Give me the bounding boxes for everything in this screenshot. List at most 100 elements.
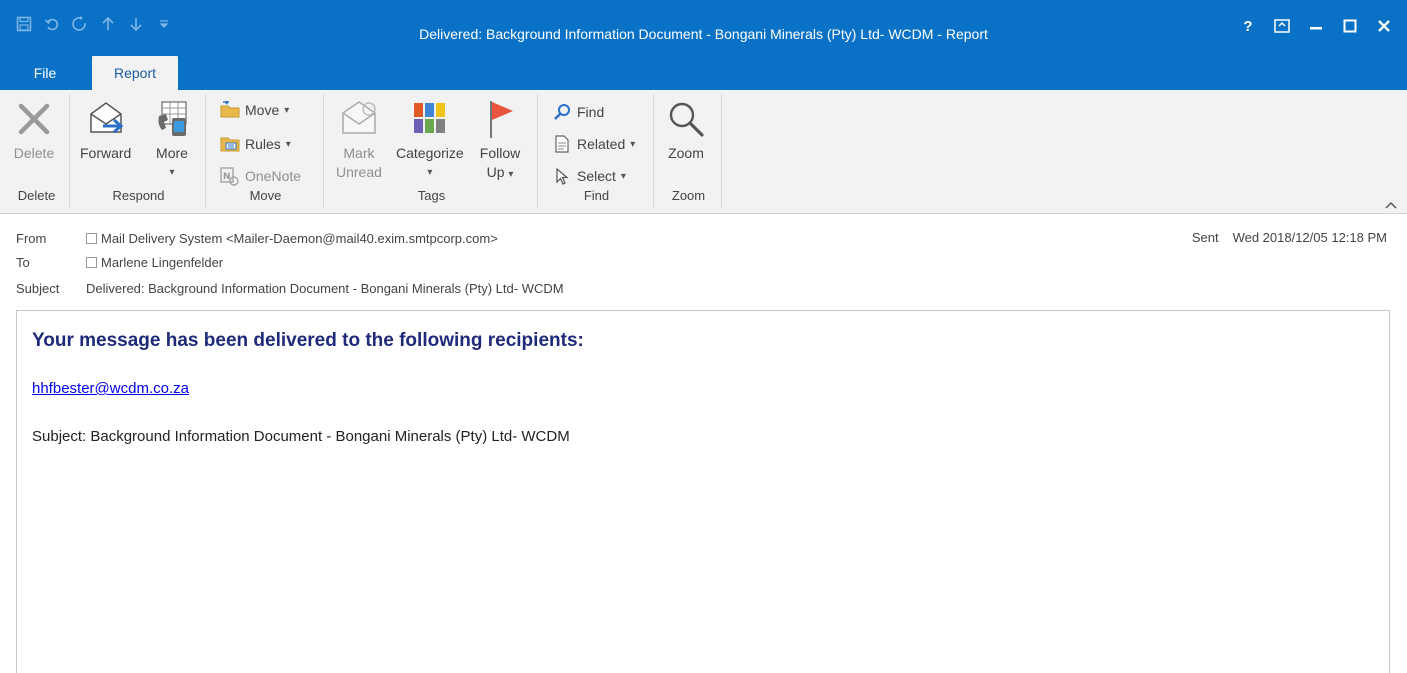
to-value[interactable]: Marlene Lingenfelder (101, 255, 223, 270)
help-button[interactable]: ? (1233, 14, 1263, 38)
window-controls: ? (1233, 14, 1399, 38)
from-label: From (16, 230, 47, 246)
related-caret-icon: ▾ (630, 138, 636, 150)
zoom-group-label: Zoom (671, 188, 706, 203)
forward-button[interactable]: Forward (80, 96, 131, 163)
previous-item-icon[interactable] (94, 12, 122, 36)
find-group: Find Related ▾ Select ▾ Find (540, 94, 654, 208)
recipient-link[interactable]: hhfbester@wcdm.co.za (32, 380, 189, 397)
ribbon: Delete Delete Forward More ▾ Respond Mov… (0, 90, 1407, 214)
follow-up-button[interactable]: Follow Up ▾ (478, 96, 522, 184)
forward-label: Forward (80, 145, 132, 161)
customize-qat-icon[interactable] (150, 12, 178, 36)
zoom-label: Zoom (668, 145, 704, 161)
zoom-group: Zoom Zoom (656, 94, 722, 208)
categorize-icon (408, 96, 452, 142)
undo-icon[interactable] (38, 12, 66, 36)
svg-text:N: N (223, 172, 231, 182)
respond-group: Forward More ▾ Respond (72, 94, 206, 208)
flag-icon (478, 96, 522, 142)
tab-file[interactable]: File (0, 56, 90, 90)
follow-up-label-1: Follow (479, 145, 521, 161)
rules-button[interactable]: Rules ▾ (220, 132, 291, 156)
select-button[interactable]: Select ▾ (552, 164, 626, 188)
follow-up-caret-icon: ▾ (508, 169, 514, 180)
collapse-ribbon-icon[interactable] (1385, 198, 1397, 212)
subject-row: Subject Delivered: Background Informatio… (16, 278, 564, 298)
tags-group: Mark Unread Categorize ▾ Follow Up ▾ Tag… (326, 94, 538, 208)
message-heading: Your message has been delivered to the f… (32, 330, 584, 351)
mark-unread-button[interactable]: Mark Unread (336, 96, 382, 182)
mark-unread-label-1: Mark (343, 145, 375, 161)
move-button[interactable]: Move ▾ (220, 98, 289, 122)
categorize-button[interactable]: Categorize ▾ (396, 96, 464, 182)
move-label: Move (245, 102, 280, 118)
find-label: Find (577, 104, 605, 120)
maximize-icon[interactable] (1335, 14, 1365, 38)
mark-unread-label-2: Unread (336, 164, 382, 180)
mark-unread-icon (337, 96, 381, 142)
rules-caret-icon: ▾ (285, 138, 291, 150)
sent-info: Sent Wed 2018/12/05 12:18 PM (1192, 230, 1387, 245)
redo-icon[interactable] (66, 12, 94, 36)
from-row: From Mail Delivery System <Mailer-Daemon… (16, 228, 498, 248)
onenote-icon: N (220, 166, 240, 186)
delete-group: Delete Delete (4, 94, 70, 208)
tab-strip (0, 60, 1407, 90)
zoom-icon (664, 96, 708, 142)
message-subject-line: Subject: Background Information Document… (32, 428, 570, 445)
delete-label: Delete (13, 145, 55, 161)
find-group-label: Find (583, 188, 610, 203)
delete-group-label: Delete (17, 188, 56, 203)
move-group-label: Move (249, 188, 282, 203)
to-label: To (16, 254, 30, 270)
sent-value: Wed 2018/12/05 12:18 PM (1232, 230, 1387, 245)
more-caret-icon: ▾ (169, 167, 175, 178)
subject-value: Delivered: Background Information Docume… (86, 280, 564, 296)
from-checkbox[interactable] (86, 232, 97, 244)
select-caret-icon: ▾ (620, 170, 626, 182)
zoom-button[interactable]: Zoom (664, 96, 708, 163)
more-respond-button[interactable]: More ▾ (150, 96, 194, 182)
delete-icon (12, 96, 56, 142)
quick-access-toolbar (10, 12, 178, 36)
ribbon-display-options-icon[interactable] (1267, 14, 1297, 38)
forward-icon (84, 96, 128, 142)
categorize-caret-icon: ▾ (427, 167, 433, 178)
subject-label: Subject (16, 280, 60, 296)
minimize-icon[interactable] (1301, 14, 1331, 38)
move-group: Move ▾ Rules ▾ N OneNote Move (208, 94, 324, 208)
message-body: Your message has been delivered to the f… (16, 310, 1390, 673)
related-button[interactable]: Related ▾ (552, 132, 635, 156)
title-bar: Delivered: Background Information Docume… (0, 0, 1407, 60)
follow-up-label-2: Up ▾ (487, 163, 514, 184)
sent-label: Sent (1191, 230, 1219, 245)
from-value[interactable]: Mail Delivery System <Mailer-Daemon@mail… (101, 231, 498, 246)
window-title: Delivered: Background Information Docume… (419, 26, 988, 42)
rules-label: Rules (245, 136, 281, 152)
onenote-label: OneNote (245, 168, 302, 184)
search-icon (552, 102, 572, 122)
onenote-button[interactable]: N OneNote (220, 164, 301, 188)
find-button[interactable]: Find (552, 100, 604, 124)
select-label: Select (577, 168, 616, 184)
move-caret-icon: ▾ (284, 104, 290, 116)
close-icon[interactable] (1369, 14, 1399, 38)
tab-report[interactable]: Report (92, 56, 178, 90)
tags-group-label: Tags (417, 188, 446, 203)
next-item-icon[interactable] (122, 12, 150, 36)
related-document-icon (552, 134, 572, 154)
message-header: From Mail Delivery System <Mailer-Daemon… (0, 214, 1407, 302)
more-label: More (156, 145, 188, 161)
cursor-icon (552, 166, 572, 186)
folder-move-icon (220, 100, 240, 120)
to-checkbox[interactable] (86, 256, 97, 268)
delete-button[interactable]: Delete (12, 96, 56, 163)
follow-up-label-2-text: Up (486, 164, 505, 180)
related-label: Related (577, 136, 626, 152)
categorize-label: Categorize (396, 145, 464, 161)
to-row: To Marlene Lingenfelder (16, 252, 223, 272)
save-icon[interactable] (10, 12, 38, 36)
rules-icon (220, 134, 240, 154)
respond-group-label: Respond (112, 188, 165, 203)
